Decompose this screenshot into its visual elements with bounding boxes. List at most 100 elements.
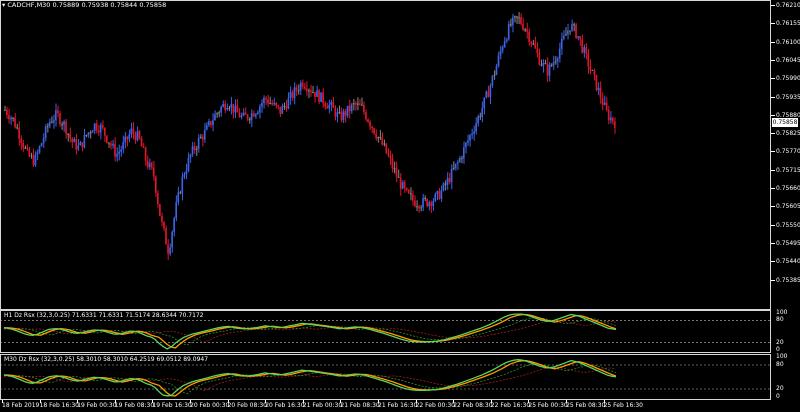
candle-body [4,109,6,111]
candle-body [465,142,467,148]
candle-body [61,124,63,126]
candle-body [236,105,239,113]
price-tick [771,224,775,226]
candle-body [24,147,27,149]
candle-body [552,62,555,66]
indicator-h1-panel[interactable]: H1 Dz Rsx (32,3,0.25) 71.6331 71.6331 71… [0,310,771,353]
candle-body [307,90,310,92]
candle-body [120,149,122,152]
current-price-label: 0.75858 [772,118,798,128]
candle-body [179,192,182,194]
price-tick [771,78,775,80]
candle-body [477,116,479,124]
price-label: 0.75660 [776,185,800,192]
candle-body [369,122,371,127]
candle-body [142,146,145,148]
candle-body [254,114,257,117]
candle-body [55,110,57,121]
candle-body [420,207,422,209]
candle-body [550,64,553,66]
candle-body [444,183,447,185]
candle-body [87,132,90,136]
candle-body [450,168,453,183]
candle-body [69,133,71,139]
candle-body [567,30,569,35]
candle-body [436,191,439,195]
candle-body [320,92,322,103]
candle-body [318,90,320,103]
candle-body [326,106,328,109]
candle-body [150,162,153,168]
candle-body [28,149,31,157]
time-label: 20 Feb 16:30 [265,402,305,409]
candle-body [101,124,104,128]
candle-body [546,63,549,76]
price-label: 0.75385 [776,276,800,284]
candle-body [177,192,180,203]
candle-body [48,121,51,127]
candle-body [458,157,461,163]
candle-body [358,103,361,106]
candle-body [395,168,398,177]
candle-body [265,97,267,100]
candle-body [214,114,216,121]
candle-body [181,176,184,194]
candle-body [365,112,367,120]
candle-body [99,124,102,133]
time-label: 22 Feb 16:30 [490,402,531,409]
time-label: 20 Feb 00:30 [190,402,230,409]
candle-body [373,128,375,134]
candle-body [110,143,112,146]
candle-body [67,133,69,135]
indicator-line [3,313,617,350]
candle-body [414,200,416,207]
candle-body [605,102,608,111]
price-label: 0.76155 [776,20,800,28]
candle-body [381,136,384,145]
indicator-m30-panel[interactable]: M30 Dz Rsx (32,3,0.25) 58.3010 58.3010 6… [0,354,771,400]
indicator-level-label: 20 [776,338,784,346]
candle-body [332,102,335,108]
price-tick [771,5,775,6]
candle-body [485,91,488,98]
candle-body [363,104,365,113]
price-tick [771,23,775,25]
candle-body [442,183,445,191]
candle-body [556,58,559,62]
candle-body [518,17,520,19]
candle-body [489,85,492,98]
time-label: 25 Feb 16:30 [603,402,643,409]
candle-body [448,178,451,183]
price-tick [771,96,775,98]
candle-body [424,197,426,200]
candle-body [50,121,53,123]
candle-body [85,134,88,136]
candle-body [287,97,290,109]
candle-body [252,113,255,117]
candle-body [118,151,120,154]
candle-body [503,41,506,47]
candle-body [193,146,196,150]
candle-body [299,82,302,91]
candle-body [32,155,35,166]
candle-body [52,120,55,123]
candle-body [609,117,612,121]
candle-body [560,38,563,49]
candle-body [277,105,279,107]
price-tick [771,279,775,281]
candle-body [412,194,414,201]
price-chart-panel[interactable]: ▾ CADCHF,M30 0.75889 0.75938 0.75844 0.7… [0,0,771,310]
candle-body [456,162,459,164]
candle-body [159,204,161,216]
candle-body [14,117,16,128]
candle-body [542,62,545,66]
candle-body [434,194,437,202]
candle-body [534,43,537,49]
candle-body [330,102,333,105]
candle-body [536,48,539,54]
candle-body [124,136,126,143]
candle-body [22,143,24,148]
candle-body [218,112,220,114]
candle-body [583,47,585,53]
candle-body [250,113,253,121]
